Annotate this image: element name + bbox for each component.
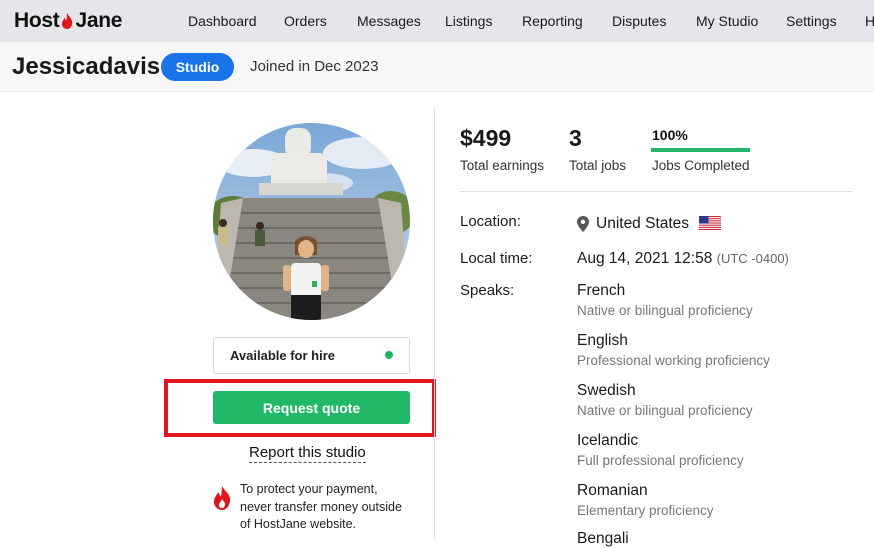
nav-dashboard[interactable]: Dashboard xyxy=(188,13,257,29)
jobs-completed-progress-fill xyxy=(651,148,750,152)
flame-shield-icon xyxy=(214,486,231,510)
language-level: Native or bilingual proficiency xyxy=(577,303,753,318)
flame-logo-icon xyxy=(62,13,73,29)
logo-text-jane: Jane xyxy=(75,9,123,32)
language-name: Romanian xyxy=(577,482,648,499)
language-level: Elementary proficiency xyxy=(577,503,714,518)
total-jobs-label: Total jobs xyxy=(569,158,627,173)
language-name: English xyxy=(577,332,628,349)
location-label: Location: xyxy=(460,213,521,230)
local-time-value: Aug 14, 2021 12:58 (UTC -0400) xyxy=(577,250,789,268)
nav-messages[interactable]: Messages xyxy=(357,13,421,29)
map-pin-icon xyxy=(577,216,589,232)
profile-header: Jessicadavis Studio Joined in Dec 2023 xyxy=(0,42,874,92)
logo-text-host: Host xyxy=(14,9,60,32)
nav-listings[interactable]: Listings xyxy=(445,13,492,29)
nav-orders[interactable]: Orders xyxy=(284,13,327,29)
timezone-text: (UTC -0400) xyxy=(716,251,789,266)
nav-disputes[interactable]: Disputes xyxy=(612,13,666,29)
local-time-label: Local time: xyxy=(460,250,533,267)
avatar xyxy=(213,123,410,320)
request-quote-button[interactable]: Request quote xyxy=(213,391,410,424)
username: Jessicadavis xyxy=(12,53,161,80)
report-studio-link[interactable]: Report this studio xyxy=(249,444,366,463)
protect-line: To protect your payment, xyxy=(240,482,378,496)
top-navigation: Host Jane Dashboard Orders Messages List… xyxy=(0,0,874,42)
us-flag-icon xyxy=(699,216,721,230)
availability-dot-icon xyxy=(385,351,393,359)
availability-status: Available for hire xyxy=(213,337,410,374)
avatar-photo xyxy=(213,123,410,320)
nav-my-studio[interactable]: My Studio xyxy=(696,13,758,29)
jobs-completed-label: Jobs Completed xyxy=(652,158,750,173)
total-jobs-value: 3 xyxy=(569,125,582,151)
protect-line: never transfer money outside xyxy=(240,499,402,514)
language-level: Full professional proficiency xyxy=(577,453,744,468)
total-earnings-value: $499 xyxy=(460,125,512,151)
jobs-completed-progress xyxy=(651,148,750,152)
language-name: Icelandic xyxy=(577,432,639,449)
local-time-text: Aug 14, 2021 12:58 xyxy=(577,250,713,267)
column-divider xyxy=(434,108,435,539)
studio-badge[interactable]: Studio xyxy=(161,53,234,81)
stats-divider xyxy=(459,191,853,192)
total-earnings-label: Total earnings xyxy=(460,158,545,173)
nav-reporting[interactable]: Reporting xyxy=(522,13,583,29)
payment-protection-notice: To protect your payment, never transfer … xyxy=(240,481,420,534)
language-name: Bengali xyxy=(577,530,629,547)
hostjane-logo[interactable]: Host Jane xyxy=(14,9,122,33)
speaks-label: Speaks: xyxy=(460,282,515,299)
language-name: French xyxy=(577,282,626,299)
language-level: Native or bilingual proficiency xyxy=(577,403,753,418)
nav-overflow-item[interactable]: H xyxy=(865,13,874,29)
joined-date: Joined in Dec 2023 xyxy=(250,58,379,75)
language-level: Professional working proficiency xyxy=(577,353,770,368)
protect-line: of HostJane website. xyxy=(240,517,357,531)
availability-label: Available for hire xyxy=(230,348,335,363)
language-name: Swedish xyxy=(577,382,636,399)
location-value: United States xyxy=(596,215,690,232)
jobs-completed-value: 100% xyxy=(652,127,688,143)
nav-settings[interactable]: Settings xyxy=(786,13,837,29)
